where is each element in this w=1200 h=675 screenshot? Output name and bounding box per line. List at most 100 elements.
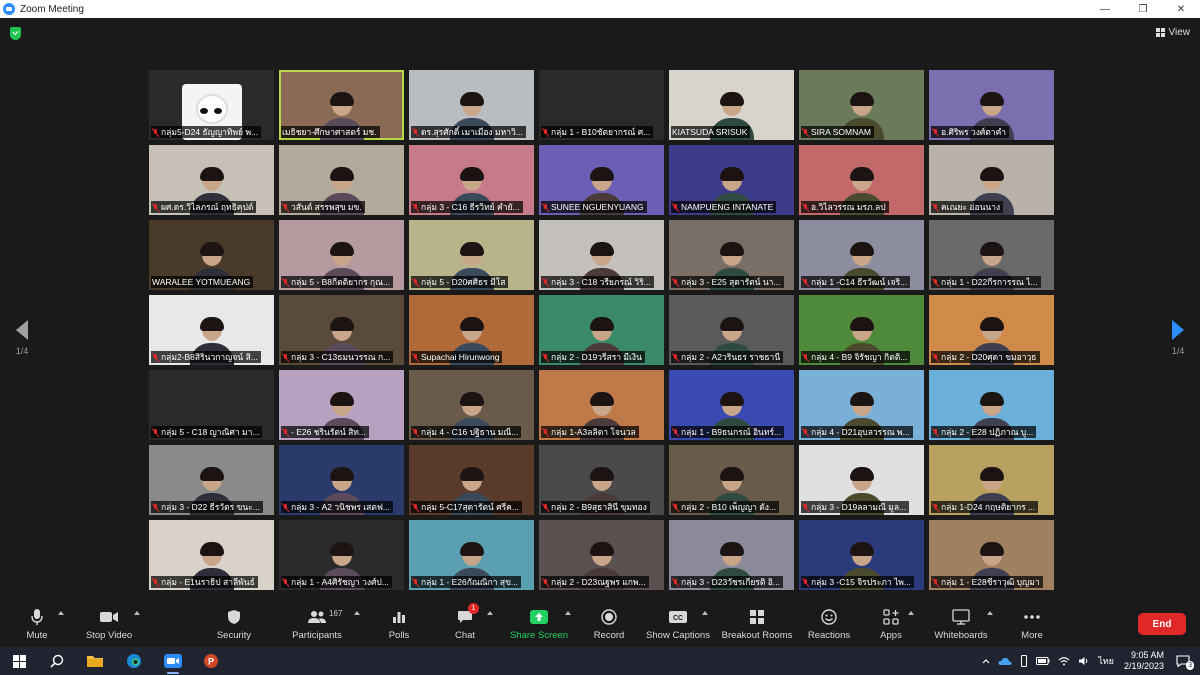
more-button[interactable]: More <box>1018 607 1046 645</box>
participant-tile[interactable]: กลุ่ม 3 - D19ลลามณี มูล... <box>799 445 924 515</box>
participant-tile[interactable]: กลุ่ม 3 - C16 ธีรวิทย์ คำยั... <box>409 145 534 215</box>
apps-button[interactable]: Apps <box>878 607 904 645</box>
chat-button[interactable]: 1 Chat <box>452 603 479 645</box>
participant-tile[interactable]: กลุ่ม 1 - E26กัณณิกา สุข... <box>409 520 534 590</box>
participant-tile[interactable]: - E26 ชรินรัตน์ สิท... <box>279 370 404 440</box>
participant-tile[interactable]: กลุ่ม 2 - E28 ปฏิภาณ บู... <box>929 370 1054 440</box>
security-button[interactable]: Security <box>214 607 254 645</box>
mute-options-caret[interactable] <box>58 611 64 615</box>
record-button[interactable]: Record <box>592 607 626 645</box>
whiteboards-options-caret[interactable] <box>987 611 993 615</box>
participant-tile[interactable]: กลุ่ม - E1นราธิป สาลีพันธ์ <box>149 520 274 590</box>
wifi-icon[interactable] <box>1058 656 1070 666</box>
participant-tile[interactable]: Supachai Hirunwong <box>409 295 534 365</box>
participant-name-label: อ.ศิริพร วงศ์ตาคำ <box>931 126 1010 138</box>
captions-options-caret[interactable] <box>702 611 708 615</box>
participant-tile[interactable]: กลุ่ม 1 - B9ธนกรณ์ อินทร์... <box>669 370 794 440</box>
participant-tile[interactable]: กลุ่ม 3 - C13ธมนวรรณ ก... <box>279 295 404 365</box>
participant-tile[interactable]: SIRA SOMNAM <box>799 70 924 140</box>
participant-tile[interactable]: NAMPUENG INTANATE <box>669 145 794 215</box>
usb-device-icon[interactable] <box>1020 655 1028 667</box>
participant-tile[interactable]: กลุ่ม 2 - D20ศุดา ขมอาวุธ <box>929 295 1054 365</box>
maximize-button[interactable]: ❐ <box>1124 0 1162 18</box>
participant-name-label: กลุ่ม 2 - D19วรีสรา มีเงิน <box>541 351 645 363</box>
participant-tile[interactable]: กลุ่ม 1 - D22กีรการรณ ไ... <box>929 220 1054 290</box>
participant-tile[interactable]: คเณยะ อ่อนนาง <box>929 145 1054 215</box>
participant-tile[interactable]: อ.วิไลวรรณ มรภ.ลป <box>799 145 924 215</box>
participant-tile[interactable]: กลุ่ม 3 - E25 สุดารัตน์ นา... <box>669 220 794 290</box>
participant-tile[interactable]: กลุ่ม 2 - B10 เพ็ญญา ดัง... <box>669 445 794 515</box>
participant-tile[interactable]: กลุ่ม 3 - D23วัชรเกียรติ อิ... <box>669 520 794 590</box>
participant-tile[interactable]: กลุ่ม5-D24 ธัญญาทิพย์ พ... <box>149 70 274 140</box>
polls-button[interactable]: Polls <box>386 607 412 645</box>
apps-options-caret[interactable] <box>908 611 914 615</box>
participant-tile[interactable]: กลุ่ม 5 - C18 ญาณิศา มา... <box>149 370 274 440</box>
notification-center-icon[interactable]: 3 <box>1176 655 1194 670</box>
taskbar-file-explorer[interactable] <box>84 651 106 671</box>
share-screen-button[interactable]: Share Screen <box>508 607 570 645</box>
next-page-button[interactable]: 1/4 <box>1168 320 1188 356</box>
input-language[interactable]: ไทย <box>1098 654 1114 668</box>
participant-tile[interactable]: กลุ่ม 3 - A2 วนิชพร เสตฟ... <box>279 445 404 515</box>
participant-tile[interactable]: กลุ่ม 1-A3ลลิตา โจนวล <box>539 370 664 440</box>
participant-tile[interactable]: WARALEE YOTMUEANG <box>149 220 274 290</box>
muted-mic-icon <box>932 578 939 587</box>
end-meeting-button[interactable]: End <box>1138 613 1186 635</box>
chat-options-caret[interactable] <box>487 611 493 615</box>
participant-tile[interactable]: กลุ่ม 5-C17สุดารัตน์ ศรีค... <box>409 445 534 515</box>
participant-tile[interactable]: SUNEE NGUENYUANG <box>539 145 664 215</box>
participant-tile[interactable]: กลุ่ม 2 - B9สุธาสินี ขุมทอง <box>539 445 664 515</box>
security-shield-icon[interactable] <box>10 27 21 40</box>
chat-unread-badge: 1 <box>468 603 479 614</box>
participant-tile[interactable]: ผศ.ดร.วิไลภรณ์ ฤทธิคุปต์ <box>149 145 274 215</box>
minimize-button[interactable]: — <box>1086 0 1124 18</box>
participant-tile[interactable]: เมธิชยา-ศึกษาศาสตร์ มช. <box>279 70 404 140</box>
reactions-button[interactable]: Reactions <box>806 607 852 645</box>
search-button[interactable] <box>46 651 68 671</box>
participant-tile[interactable]: กลุ่ม 2 - D23ณฐพร แกพ... <box>539 520 664 590</box>
taskbar-powerpoint[interactable]: P <box>200 651 222 671</box>
participant-tile[interactable]: กลุ่ม 3 - D22 ธีรวัตร ขนะ... <box>149 445 274 515</box>
participant-tile[interactable]: กลุ่ม 2 - D19วรีสรา มีเงิน <box>539 295 664 365</box>
participant-tile[interactable]: กลุ่ม 4 - D21อุบลวรรณ พ... <box>799 370 924 440</box>
start-button[interactable] <box>8 651 30 671</box>
participant-tile[interactable]: กลุ่ม 4 - B9 จิรัชญา กิตติ... <box>799 295 924 365</box>
share-options-caret[interactable] <box>565 611 571 615</box>
taskbar-edge[interactable] <box>123 651 145 671</box>
whiteboards-button[interactable]: Whiteboards <box>930 607 992 645</box>
participant-tile[interactable]: กลุ่ม2-B8สิรินวกาญจน์ สิ... <box>149 295 274 365</box>
breakout-rooms-button[interactable]: Breakout Rooms <box>720 607 794 645</box>
muted-mic-icon <box>542 428 549 437</box>
participant-tile[interactable]: กลุ่ม 3 - C18 วรียภรณ์ วิริ... <box>539 220 664 290</box>
battery-icon[interactable] <box>1036 657 1050 665</box>
tray-overflow-chevron-icon[interactable] <box>982 658 990 664</box>
participants-options-caret[interactable] <box>354 611 360 615</box>
onedrive-cloud-icon[interactable] <box>998 657 1012 666</box>
participant-tile[interactable]: กลุ่ม 5 - B8กีตติยากร กุณ... <box>279 220 404 290</box>
participant-tile[interactable]: ดร.สุรศักดิ์ เมาเมือง มหาวิ... <box>409 70 534 140</box>
view-button[interactable]: View <box>1155 24 1190 40</box>
participant-tile[interactable]: กลุ่ม 1-D24 กฤษติยากร ... <box>929 445 1054 515</box>
participant-tile[interactable]: วสันต์ สรรพสุข มข. <box>279 145 404 215</box>
previous-page-button[interactable]: 1/4 <box>12 320 32 356</box>
speaker-volume-icon[interactable] <box>1078 656 1090 666</box>
close-button[interactable]: ✕ <box>1162 0 1200 18</box>
participant-tile[interactable]: กลุ่ม 5 - D20ศศิธร มีโส <box>409 220 534 290</box>
participant-tile[interactable]: กลุ่ม 1 -C14 ธีรวัฒน์ เจริ... <box>799 220 924 290</box>
participant-tile[interactable]: กลุ่ม 4 - C16 ปฐิธาน มณี... <box>409 370 534 440</box>
participant-tile[interactable]: อ.ศิริพร วงศ์ตาคำ <box>929 70 1054 140</box>
mute-button[interactable]: Mute <box>22 607 52 645</box>
participant-tile[interactable]: KIATSUDA SRISUK <box>669 70 794 140</box>
participants-button[interactable]: 167 Participants <box>290 607 344 645</box>
participant-tile[interactable]: กลุ่ม 3 -C15 จิรประภา ไพ... <box>799 520 924 590</box>
video-options-caret[interactable] <box>134 611 140 615</box>
participant-tile[interactable]: กลุ่ม 1 - B10ชัตยากรณ์ ศ... <box>539 70 664 140</box>
taskbar-clock[interactable]: 9:05 AM 2/19/2023 <box>1124 650 1164 672</box>
stop-video-button[interactable]: Stop Video <box>84 607 134 645</box>
participant-tile[interactable]: กลุ่ม 1 - E28ชีราวุฒิ บุญมา <box>929 520 1054 590</box>
taskbar-zoom[interactable] <box>162 651 184 674</box>
participant-tile[interactable]: กลุ่ม 1 - A4ศิรัชญา วงศ์ป... <box>279 520 404 590</box>
participant-name: SIRA SOMNAM <box>811 127 871 137</box>
participant-tile[interactable]: กลุ่ม 2 - A2วรินธร ราชธานี <box>669 295 794 365</box>
participants-label: Participants <box>292 630 342 641</box>
